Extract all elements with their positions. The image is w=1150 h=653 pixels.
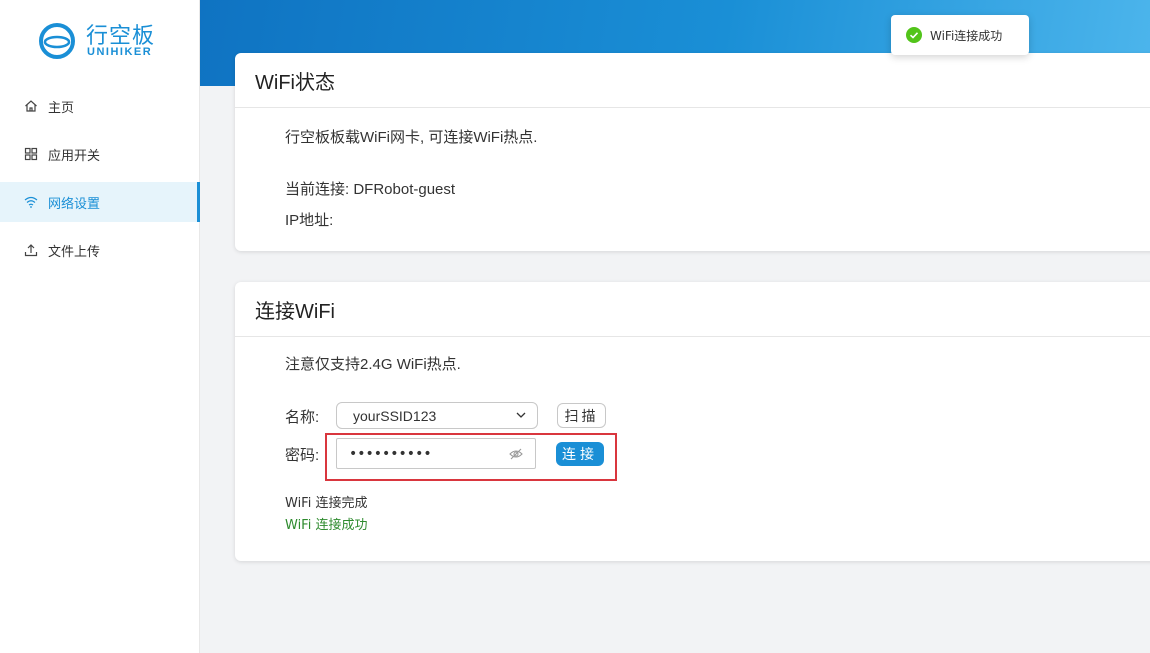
- unihiker-logo-icon: [39, 23, 75, 59]
- sidebar-item-network[interactable]: 网络设置: [0, 182, 200, 222]
- toast-text: WiFi连接成功: [930, 28, 1003, 43]
- password-value: ••••••••••: [349, 445, 432, 462]
- ssid-value: yourSSID123: [353, 407, 437, 424]
- sidebar-item-label: 应用开关: [48, 148, 101, 164]
- wifi-note: 注意仅支持2.4G WiFi热点.: [285, 356, 461, 373]
- sidebar: 行空板 UNIHIKER 主页 应用开关 网络设置 文件上传: [0, 0, 200, 653]
- password-label: 密码:: [285, 447, 320, 464]
- wifi-description: 行空板板载WiFi网卡, 可连接WiFi热点.: [285, 129, 538, 146]
- wifi-status-title: WiFi状态: [235, 53, 1150, 108]
- success-toast: WiFi连接成功: [891, 15, 1029, 55]
- wifi-status-card: WiFi状态 行空板板载WiFi网卡, 可连接WiFi热点. 当前连接: DFR…: [235, 53, 1150, 251]
- sidebar-item-label: 网络设置: [48, 196, 101, 212]
- connect-button[interactable]: 连接: [556, 442, 604, 466]
- password-input[interactable]: ••••••••••: [336, 438, 536, 469]
- connect-wifi-title: 连接WiFi: [235, 282, 1150, 337]
- connect-wifi-card: 连接WiFi 注意仅支持2.4G WiFi热点. 名称: yourSSID123…: [235, 282, 1150, 561]
- status-done-text: WiFi 连接完成: [285, 496, 368, 511]
- chevron-down-icon: [516, 412, 526, 418]
- current-connection: 当前连接: DFRobot-guest: [285, 181, 456, 198]
- brand-logo[interactable]: 行空板 UNIHIKER: [36, 18, 166, 64]
- upload-icon: [24, 243, 38, 257]
- sidebar-item-apps[interactable]: 应用开关: [0, 134, 200, 174]
- scan-button[interactable]: 扫描: [557, 403, 606, 428]
- ip-address: IP地址:: [285, 212, 334, 229]
- brand-subtitle: UNIHIKER: [87, 46, 153, 58]
- ssid-label: 名称:: [285, 409, 320, 426]
- sidebar-item-upload[interactable]: 文件上传: [0, 230, 200, 270]
- sidebar-item-label: 主页: [48, 100, 75, 116]
- grid-icon: [24, 147, 38, 161]
- check-circle-icon: [906, 27, 922, 43]
- ssid-select[interactable]: yourSSID123: [336, 402, 538, 429]
- sidebar-nav: 主页 应用开关 网络设置 文件上传: [0, 86, 200, 278]
- status-success-text: WiFi 连接成功: [285, 518, 368, 533]
- sidebar-item-home[interactable]: 主页: [0, 86, 200, 126]
- sidebar-item-label: 文件上传: [48, 244, 101, 260]
- wifi-icon: [24, 195, 38, 209]
- home-icon: [24, 99, 38, 113]
- eye-off-icon[interactable]: [509, 447, 523, 461]
